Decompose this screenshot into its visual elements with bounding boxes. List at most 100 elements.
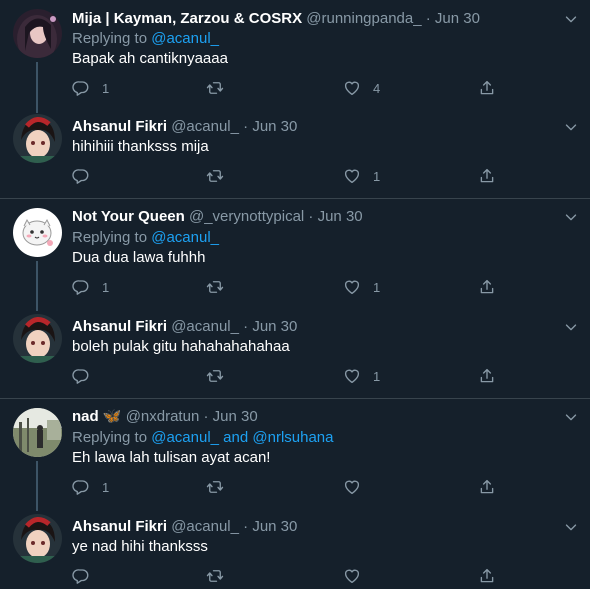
like-icon (343, 478, 361, 496)
author-name[interactable]: nad 🦋 (72, 408, 122, 425)
thread-line (36, 461, 38, 511)
like-count: 1 (373, 368, 381, 384)
tweet[interactable]: Ahsanul Fikri @acanul_ · Jun 30 ye nad h… (0, 510, 590, 589)
retweet-icon (206, 478, 224, 496)
action-bar: 1 4 (72, 78, 502, 98)
mention-link[interactable]: @nrlsuhana (252, 429, 333, 446)
action-bar: 1 (72, 366, 502, 386)
mention-link[interactable]: @acanul_ (151, 429, 219, 446)
author-handle[interactable]: @acanul_ (171, 318, 239, 335)
reply-icon (72, 367, 90, 385)
tweet-text: Dua dua lawa fuhhh (72, 249, 206, 266)
retweet-button[interactable] (206, 566, 236, 586)
like-button[interactable] (343, 566, 373, 586)
replying-to: Replying to @acanul_ (72, 228, 219, 248)
share-button[interactable] (478, 477, 496, 497)
tweet-text: Bapak ah cantiknyaaaa (72, 50, 228, 67)
separator-dot: · (243, 318, 249, 335)
reply-button[interactable]: 1 (72, 477, 109, 497)
retweet-button[interactable] (206, 277, 236, 297)
reply-icon (72, 567, 90, 585)
tweet[interactable]: Mija | Kayman, Zarzou & COSRX @runningpa… (0, 0, 590, 113)
avatar[interactable] (13, 514, 62, 563)
like-button[interactable]: 4 (343, 78, 380, 98)
share-icon (478, 567, 496, 585)
author-handle[interactable]: @nxdratun (126, 408, 200, 425)
author-name[interactable]: Ahsanul Fikri (72, 118, 167, 135)
tweet-text: Eh lawa lah tulisan ayat acan! (72, 449, 271, 466)
share-button[interactable] (478, 277, 496, 297)
like-icon (343, 79, 361, 97)
share-button[interactable] (478, 166, 496, 186)
reply-button[interactable] (72, 166, 102, 186)
author-handle[interactable]: @_verynottypical (189, 208, 304, 225)
tweet-text: ye nad hihi thanksss (72, 538, 208, 555)
retweet-icon (206, 79, 224, 97)
author-name[interactable]: Ahsanul Fikri (72, 518, 167, 535)
like-count: 1 (373, 279, 381, 295)
reply-icon (72, 79, 90, 97)
retweet-button[interactable] (206, 477, 236, 497)
share-button[interactable] (478, 366, 496, 386)
tweet[interactable]: nad 🦋 @nxdratun · Jun 30 Replying to @ac… (0, 399, 590, 511)
thread-line (36, 261, 38, 311)
reply-button[interactable] (72, 366, 102, 386)
separator-dot: · (243, 118, 249, 135)
replying-prefix: Replying to (72, 229, 148, 246)
tweet-date[interactable]: Jun 30 (435, 10, 480, 27)
reply-count: 1 (102, 279, 110, 295)
like-button[interactable]: 1 (343, 166, 380, 186)
retweet-button[interactable] (206, 78, 236, 98)
like-icon (343, 278, 361, 296)
tweet-date[interactable]: Jun 30 (252, 118, 297, 135)
mention-link[interactable]: @acanul_ (151, 229, 219, 246)
avatar[interactable] (13, 314, 62, 363)
reply-button[interactable] (72, 566, 102, 586)
author-handle[interactable]: @acanul_ (171, 118, 239, 135)
author-name[interactable]: Not Your Queen (72, 208, 185, 225)
separator-dot: · (308, 208, 314, 225)
reply-button[interactable]: 1 (72, 277, 109, 297)
tweet[interactable]: Not Your Queen @_verynottypical · Jun 30… (0, 199, 590, 311)
tweet[interactable]: Ahsanul Fikri @acanul_ · Jun 30 boleh pu… (0, 310, 590, 398)
chevron-down-icon[interactable] (562, 10, 580, 28)
avatar[interactable] (13, 208, 62, 257)
chevron-down-icon[interactable] (562, 208, 580, 226)
author-handle[interactable]: @acanul_ (171, 518, 239, 535)
thread-line (36, 62, 38, 113)
like-icon (343, 167, 361, 185)
share-icon (478, 367, 496, 385)
replying-to: Replying to @acanul_ (72, 29, 219, 49)
retweet-button[interactable] (206, 366, 236, 386)
like-button[interactable] (343, 477, 373, 497)
chevron-down-icon[interactable] (562, 408, 580, 426)
tweet-date[interactable]: Jun 30 (213, 408, 258, 425)
avatar[interactable] (13, 9, 62, 58)
like-button[interactable]: 1 (343, 366, 380, 386)
action-bar: 1 (72, 477, 502, 497)
like-button[interactable]: 1 (343, 277, 380, 297)
tweet-date[interactable]: Jun 30 (252, 318, 297, 335)
share-button[interactable] (478, 78, 496, 98)
author-name[interactable]: Mija | Kayman, Zarzou & COSRX (72, 10, 302, 27)
replying-prefix: Replying to (72, 429, 148, 446)
reply-button[interactable]: 1 (72, 78, 109, 98)
chevron-down-icon[interactable] (562, 118, 580, 136)
chevron-down-icon[interactable] (562, 318, 580, 336)
reply-icon (72, 478, 90, 496)
share-icon (478, 167, 496, 185)
avatar[interactable] (13, 114, 62, 163)
chevron-down-icon[interactable] (562, 518, 580, 536)
share-button[interactable] (478, 566, 496, 586)
author-handle[interactable]: @runningpanda_ (306, 10, 421, 27)
avatar[interactable] (13, 408, 62, 457)
tweet-date[interactable]: Jun 30 (318, 208, 363, 225)
tweet-text: hihihiii thanksss mija (72, 138, 209, 155)
action-bar: 1 (72, 166, 502, 186)
tweet-date[interactable]: Jun 30 (252, 518, 297, 535)
mention-link[interactable]: @acanul_ (151, 30, 219, 47)
retweet-button[interactable] (206, 166, 236, 186)
tweet[interactable]: Ahsanul Fikri @acanul_ · Jun 30 hihihiii… (0, 110, 590, 198)
reply-icon (72, 167, 90, 185)
author-name[interactable]: Ahsanul Fikri (72, 318, 167, 335)
